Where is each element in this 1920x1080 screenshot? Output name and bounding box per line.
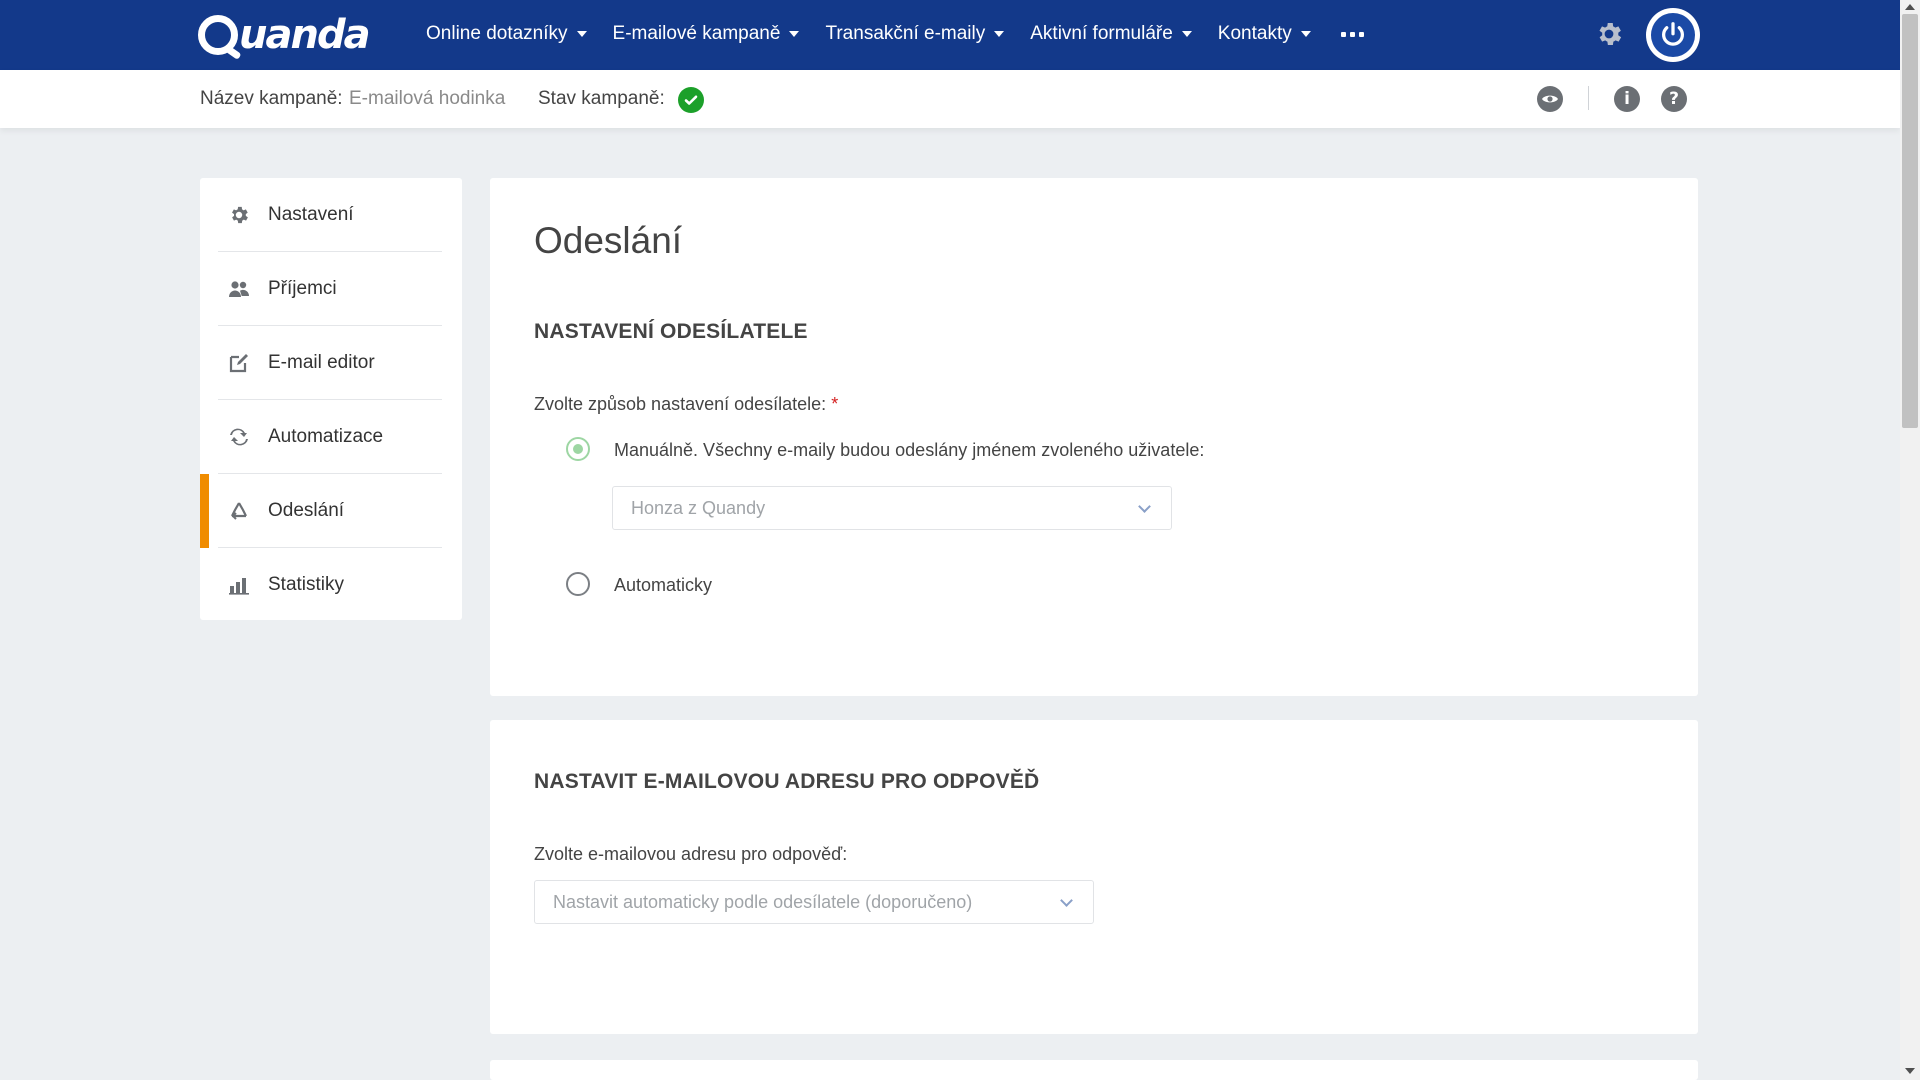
sidebar-item-label: Nastavení xyxy=(268,204,354,225)
sidebar-item-automatizace[interactable]: Automatizace xyxy=(200,400,462,474)
sidebar-item-nastaveni[interactable]: Nastavení xyxy=(200,178,462,252)
nav-aktivni-formulare[interactable]: Aktivní formuláře xyxy=(1030,23,1192,45)
campaign-status-label: Stav kampaně: xyxy=(538,88,665,109)
users-icon xyxy=(228,278,250,300)
radio-automatic[interactable] xyxy=(566,572,590,596)
sender-settings-card: Odeslání NASTAVENÍ ODESÍLATELE Zvolte zp… xyxy=(490,178,1698,696)
refresh-icon xyxy=(228,426,250,448)
caret-down-icon xyxy=(994,31,1005,37)
campaign-name-label: Název kampaně: xyxy=(200,88,343,109)
sidebar-item-odeslani[interactable]: Odeslání xyxy=(200,474,462,548)
chevron-down-icon xyxy=(1060,894,1073,907)
power-icon xyxy=(1662,22,1684,46)
quanda-logo[interactable]: uanda xyxy=(198,12,371,58)
gear-icon[interactable] xyxy=(1594,19,1624,49)
campaign-name-value: E-mailová hodinka xyxy=(349,88,506,109)
caret-down-icon xyxy=(1181,31,1192,37)
scrollbar-thumb[interactable] xyxy=(1902,14,1918,428)
caret-down-icon xyxy=(576,31,587,37)
nav-kontakty[interactable]: Kontakty xyxy=(1218,23,1311,45)
check-circle-icon xyxy=(678,87,704,113)
edit-icon xyxy=(228,352,250,374)
campaign-sidebar: Nastavení Příjemci E-mail editor Automat… xyxy=(200,178,462,620)
bar-chart-icon xyxy=(228,574,250,596)
top-navbar: uanda Online dotazníky E-mailové kampaně… xyxy=(0,0,1900,70)
eye-icon[interactable] xyxy=(1537,86,1563,112)
logo-q-mark xyxy=(198,15,238,55)
next-card xyxy=(490,1060,1698,1080)
chevron-down-icon xyxy=(1138,500,1151,513)
power-button[interactable] xyxy=(1646,8,1700,62)
reply-to-card: NASTAVIT E-MAILOVOU ADRESU PRO ODPOVĚĎ Z… xyxy=(490,720,1698,1034)
reply-address-select[interactable]: Nastavit automaticky podle odesílatele (… xyxy=(534,880,1094,924)
reply-address-label: Zvolte e-mailovou adresu pro odpověď: xyxy=(534,844,848,864)
sidebar-item-label: Příjemci xyxy=(268,278,337,299)
question-icon[interactable]: ? xyxy=(1661,86,1687,112)
reply-section-title: NASTAVIT E-MAILOVOU ADRESU PRO ODPOVĚĎ xyxy=(534,770,1040,793)
sidebar-item-statistiky[interactable]: Statistiky xyxy=(200,548,462,622)
sidebar-item-prijemci[interactable]: Příjemci xyxy=(200,252,462,326)
nav-online-dotazniky[interactable]: Online dotazníky xyxy=(426,23,587,45)
scroll-up-icon[interactable] xyxy=(1905,4,1915,10)
required-mark: * xyxy=(831,394,839,414)
sidebar-item-label: Statistiky xyxy=(268,574,345,595)
sidebar-item-label: Odeslání xyxy=(268,500,345,521)
scroll-down-icon[interactable] xyxy=(1905,1068,1915,1074)
gear-icon xyxy=(228,204,250,226)
radio-automatic-label[interactable]: Automaticky xyxy=(614,575,712,596)
sidebar-item-label: E-mail editor xyxy=(268,352,375,373)
caret-down-icon xyxy=(1300,31,1311,37)
ellipsis-icon[interactable] xyxy=(1337,28,1368,41)
caret-down-icon xyxy=(789,31,800,37)
logo-text: uanda xyxy=(239,12,371,58)
radio-manual[interactable] xyxy=(566,437,590,461)
info-icon[interactable]: i xyxy=(1614,86,1640,112)
page-title: Odeslání xyxy=(534,220,683,261)
sender-method-label: Zvolte způsob nastavení odesílatele: * xyxy=(534,394,839,414)
sender-section-title: NASTAVENÍ ODESÍLATELE xyxy=(534,320,808,343)
sidebar-item-email-editor[interactable]: E-mail editor xyxy=(200,326,462,400)
sidebar-item-label: Automatizace xyxy=(268,426,384,447)
main-nav: Online dotazníky E-mailové kampaně Trans… xyxy=(426,0,1368,68)
toolbar-divider xyxy=(1588,86,1589,110)
nav-transakcni-emaily[interactable]: Transakční e-maily xyxy=(825,23,1005,45)
recycle-icon xyxy=(228,500,250,522)
sender-user-select[interactable]: Honza z Quandy xyxy=(612,486,1172,530)
nav-emailove-kampane[interactable]: E-mailové kampaně xyxy=(613,23,800,45)
radio-manual-label[interactable]: Manuálně. Všechny e-maily budou odeslány… xyxy=(614,440,1204,461)
